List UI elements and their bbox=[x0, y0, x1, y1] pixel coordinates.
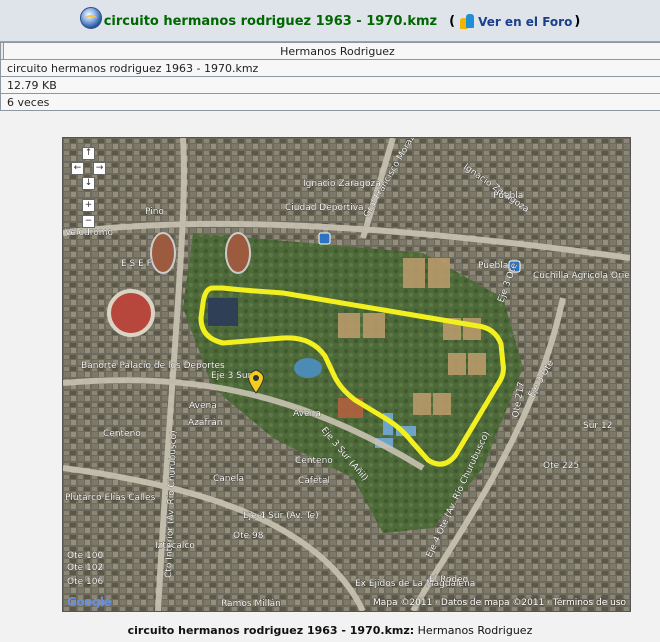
map-label: Azafrán bbox=[188, 418, 222, 428]
pan-down-button[interactable]: ↓ bbox=[82, 177, 95, 190]
pan-left-button[interactable]: ← bbox=[71, 162, 84, 175]
map-label: Cafetal bbox=[298, 476, 330, 486]
kmz-file-icon bbox=[79, 6, 102, 29]
table-row: circuito hermanos rodriguez 1963 - 1970.… bbox=[0, 59, 660, 77]
file-header: circuito hermanos rodriguez 1963 - 1970.… bbox=[0, 0, 660, 42]
pan-up-button[interactable]: ↑ bbox=[82, 147, 95, 160]
filename-cell: circuito hermanos rodriguez 1963 - 1970.… bbox=[0, 59, 660, 77]
map-label: Pino bbox=[145, 207, 164, 217]
map-label: Ote 100 bbox=[67, 551, 103, 561]
map-label: Ignacio Zaragoza bbox=[303, 179, 381, 189]
views-cell: 6 veces bbox=[0, 93, 660, 111]
map-label: Eje 3 Sur bbox=[211, 371, 252, 381]
map-label: Sur 12 bbox=[583, 421, 612, 431]
forum-close-paren: ) bbox=[574, 14, 581, 29]
map-label: Centeno bbox=[295, 456, 333, 466]
map-label: Plutarco Elías Calles bbox=[65, 493, 156, 503]
map-label: Ote 106 bbox=[67, 577, 103, 587]
map-label: Ote 98 bbox=[233, 531, 264, 541]
map-label: Puebla bbox=[493, 191, 523, 201]
map-label: Ote 102 bbox=[67, 563, 103, 573]
forum-open-paren: ( bbox=[449, 14, 456, 29]
satellite-map[interactable]: Pino Velodromo E S E F Ignacio Zaragoza … bbox=[62, 137, 631, 612]
map-label: Eje 4 Sur (Av. Te) bbox=[243, 511, 319, 521]
map-label: Avena bbox=[293, 409, 321, 419]
map-caption: circuito hermanos rodriguez 1963 - 1970.… bbox=[0, 624, 660, 637]
pan-right-button[interactable]: → bbox=[93, 162, 106, 175]
size-cell: 12.79 KB bbox=[0, 76, 660, 94]
forum-icon bbox=[460, 13, 475, 30]
file-title-link[interactable]: circuito hermanos rodriguez 1963 - 1970.… bbox=[104, 14, 437, 29]
map-label: Ote 225 bbox=[543, 461, 579, 471]
map-copyright: Mapa ©2011 · Datos de mapa ©2011 · Térmi… bbox=[373, 598, 626, 608]
map-label: El Rodeo bbox=[429, 575, 469, 585]
map-label: Centeno bbox=[103, 429, 141, 439]
map-label: E S E F bbox=[121, 259, 152, 269]
zoom-out-button[interactable]: − bbox=[82, 215, 95, 228]
table-row: 6 veces bbox=[0, 93, 660, 111]
map-label: Velodromo bbox=[65, 228, 113, 238]
map-label: Avena bbox=[189, 401, 217, 411]
file-info-table: Hermanos Rodriguez circuito hermanos rod… bbox=[0, 42, 660, 111]
map-imagery: Pino Velodromo E S E F Ignacio Zaragoza … bbox=[63, 138, 630, 611]
map-label: Banorte Palacio de los Deportes bbox=[81, 361, 225, 371]
zoom-in-button[interactable]: + bbox=[82, 199, 95, 212]
forum-link[interactable]: Ver en el Foro bbox=[478, 15, 572, 29]
table-row: Hermanos Rodriguez bbox=[0, 42, 660, 60]
caption-author: Hermanos Rodriguez bbox=[414, 624, 533, 637]
map-label: Ramos Millán bbox=[221, 599, 281, 609]
map-label: Puebla bbox=[478, 261, 508, 271]
author-cell: Hermanos Rodriguez bbox=[3, 42, 660, 60]
map-label: Cuchilla Agrícola Oriental bbox=[533, 271, 630, 281]
map-label: Canela bbox=[213, 474, 244, 484]
google-logo: Google bbox=[67, 595, 112, 609]
map-label: Ciudad Deportiva bbox=[285, 203, 364, 213]
caption-filename: circuito hermanos rodriguez 1963 - 1970.… bbox=[127, 624, 415, 637]
table-row: 12.79 KB bbox=[0, 76, 660, 94]
